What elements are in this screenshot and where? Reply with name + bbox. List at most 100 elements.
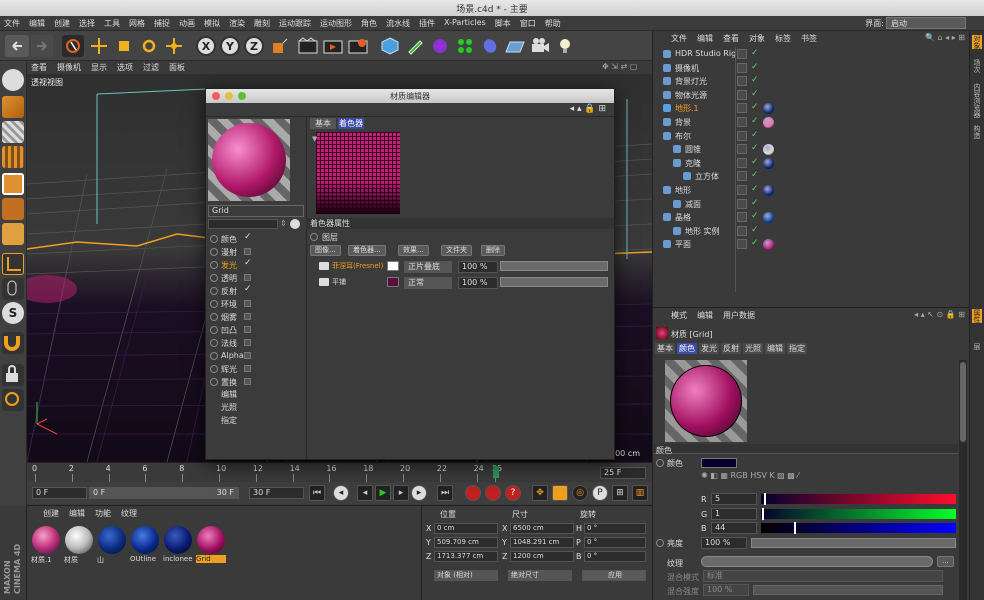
channel-check-icon[interactable]: ✓ [244,232,252,242]
channel-checkbox[interactable] [244,313,251,320]
visibility-toggle[interactable] [737,144,747,155]
start-frame-field[interactable]: 0 F [32,487,87,499]
object-row[interactable]: 立方体 ✓ [653,170,970,183]
channel-radio[interactable] [210,274,218,282]
side-tab[interactable]: 属性 [972,309,982,323]
layer-visibility-icon[interactable] [319,278,329,286]
attr-tab[interactable]: 编辑 [765,343,785,354]
enabled-check-icon[interactable]: ✓ [751,225,759,235]
enabled-check-icon[interactable]: ✓ [751,75,759,85]
visibility-toggle[interactable] [737,130,747,141]
attr-menu-item[interactable]: 模式 [671,310,687,321]
channel-row[interactable]: 反射 ✓ [208,284,304,298]
layer-color-swatch[interactable] [387,277,399,287]
color-picker-modes[interactable]: ✺ ◧ ▦ RGB HSV K ▨ ▩ ⁄ [701,471,911,485]
lock-workplane-icon[interactable] [2,364,24,386]
channel-checkbox[interactable] [244,339,251,346]
menu-item[interactable]: 创建 [54,18,70,29]
coord-size-select[interactable]: 绝对尺寸 [508,570,572,581]
object-menu-item[interactable]: 标签 [775,33,791,44]
channel-row[interactable]: Alpha [208,350,304,363]
channel-row[interactable]: 漫射 [208,246,304,259]
side-tab[interactable]: 内容浏览器 [972,83,982,118]
menu-item[interactable]: 模拟 [204,18,220,29]
channel-checkbox[interactable] [244,326,251,333]
edges-mode-icon[interactable] [2,198,24,220]
visibility-toggle[interactable] [737,185,747,195]
shader-button[interactable]: 删除 [481,245,505,256]
visibility-toggle[interactable] [737,117,747,127]
coord-position-field[interactable]: 0 cm [434,523,498,534]
visibility-toggle[interactable] [737,62,747,73]
preview-options-icon[interactable] [290,219,300,229]
viewport-menu-item[interactable]: 查看 [31,62,47,73]
enabled-check-icon[interactable]: ✓ [751,62,759,72]
pen-spline-icon[interactable] [404,35,426,57]
menu-item[interactable]: 运动跟踪 [279,18,311,29]
attr-tab[interactable]: 颜色 [677,343,697,354]
visibility-toggle[interactable] [737,225,747,236]
next-key-icon[interactable]: ▸ [411,485,427,501]
material-preview[interactable] [208,119,290,201]
axis-mode-icon[interactable] [2,253,24,275]
channel-check-icon[interactable]: ✓ [244,284,252,294]
dialog-nav-icons[interactable]: ◂ ▴ 🔒 ⊞ [570,104,606,114]
channel-check-icon[interactable]: ✓ [244,258,252,268]
previous-frame-icon[interactable]: ◂ [357,485,373,501]
coord-mode-select[interactable]: 对象 (相对) [434,570,498,581]
channel-radio[interactable] [210,326,218,334]
workplane-mode-icon[interactable] [2,146,24,168]
preview-range-slider[interactable]: 0 F 30 F [89,487,239,499]
menu-item[interactable]: 流水线 [386,18,410,29]
autokey-icon[interactable] [485,485,501,501]
maximize-icon[interactable] [238,92,246,100]
enabled-check-icon[interactable]: ✓ [751,184,759,194]
light-icon[interactable] [554,35,576,57]
coord-rotation-field[interactable]: 0 ° [584,523,646,534]
menu-item[interactable]: 插件 [419,18,435,29]
timeline-current-frame[interactable]: 25 F [600,467,646,479]
enabled-check-icon[interactable]: ✓ [751,143,759,153]
channel-checkbox[interactable] [244,274,251,281]
coord-rotation-field[interactable]: 0 ° [584,537,646,548]
viewport-menu-item[interactable]: 过滤 [143,62,159,73]
mograph-cloner-icon[interactable] [454,35,476,57]
attr-tab[interactable]: 光照 [743,343,763,354]
material-menu-item[interactable]: 功能 [95,508,111,519]
object-row[interactable]: 布尔 ✓ [653,130,970,143]
layer-name[interactable]: 菲涅耳(Fresnel) [332,261,383,271]
go-to-end-icon[interactable]: ⏭ [437,485,453,501]
layer-opacity-slider[interactable] [500,277,608,287]
layer-visibility-icon[interactable] [319,262,329,270]
channel-radio[interactable] [210,248,218,256]
brightness-slider[interactable] [751,538,956,548]
visibility-toggle[interactable] [737,89,747,100]
side-tab[interactable]: 场次 [972,59,982,73]
material-swatch[interactable]: inclonee [163,525,193,567]
camera-icon[interactable] [529,35,551,57]
minimize-icon[interactable] [225,92,233,100]
material-tag-icon[interactable] [763,185,774,196]
enabled-check-icon[interactable]: ✓ [751,130,759,140]
blend-strength-field[interactable]: 100 % [703,584,749,596]
viewport-nav-icons[interactable]: ✥ ⇲ ⇄ ▢ [602,62,637,71]
material-swatch[interactable]: OUtline [130,525,160,567]
end-frame-field[interactable]: 30 F [249,487,304,499]
coord-size-field[interactable]: 1048.291 cm [510,537,574,548]
enabled-check-icon[interactable]: ✓ [751,102,759,112]
layer-opacity-field[interactable]: 100 % [458,277,498,289]
object-row[interactable]: 摄像机 ✓ [653,62,970,75]
channel-checkbox[interactable] [244,365,251,372]
interface-select[interactable]: 启动 [886,17,966,29]
enabled-check-icon[interactable]: ✓ [751,170,759,180]
timeline-playhead[interactable] [493,466,499,478]
menu-item[interactable]: 窗口 [520,18,536,29]
visibility-toggle[interactable] [737,212,747,223]
channel-radio[interactable] [210,365,218,373]
visibility-toggle[interactable] [737,49,747,59]
render-view-icon[interactable] [297,35,319,57]
material-swatch[interactable]: 材质 [64,525,94,567]
blend-mode-select[interactable]: 标准 [703,570,943,582]
b-slider[interactable] [761,522,956,534]
texture-field[interactable] [701,556,933,567]
